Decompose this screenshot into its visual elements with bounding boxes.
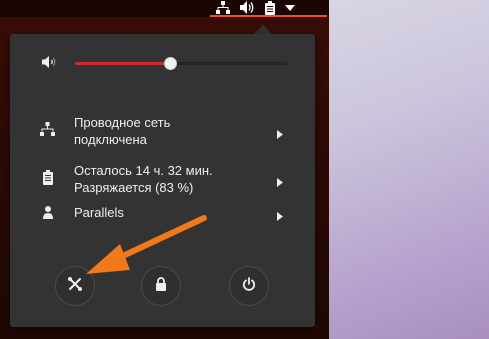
dropdown-arrow-icon bbox=[285, 4, 295, 11]
system-tray[interactable] bbox=[210, 0, 327, 17]
volume-slider-knob[interactable] bbox=[164, 57, 178, 70]
chevron-right-icon bbox=[277, 208, 283, 225]
system-menu: Проводное сеть подключена Осталось 14 ч.… bbox=[10, 34, 315, 327]
battery-time-remaining: Осталось 14 ч. 32 мин. bbox=[74, 163, 213, 178]
power-button[interactable] bbox=[229, 266, 269, 306]
network-status-line1: Проводное сеть bbox=[74, 115, 171, 130]
orange-arrow-annotation bbox=[86, 215, 207, 274]
network-icon bbox=[216, 1, 230, 14]
top-panel bbox=[0, 0, 329, 17]
menu-pointer bbox=[254, 25, 272, 34]
speaker-low-icon bbox=[42, 55, 57, 74]
power-icon bbox=[242, 276, 256, 296]
chevron-right-icon bbox=[277, 174, 283, 191]
battery-status: Разряжается (83 %) bbox=[74, 180, 194, 195]
chevron-right-icon bbox=[277, 126, 283, 143]
user-icon bbox=[43, 206, 53, 223]
volume-slider-fill bbox=[75, 62, 171, 65]
desktop-wallpaper bbox=[329, 0, 489, 339]
network-status-line2: подключена bbox=[74, 132, 147, 147]
battery-icon bbox=[265, 0, 275, 15]
network-menu-item[interactable]: Проводное сеть подключена bbox=[10, 114, 315, 150]
speaker-icon bbox=[240, 1, 255, 14]
network-icon bbox=[40, 122, 55, 140]
volume-slider[interactable] bbox=[75, 57, 287, 70]
volume-row bbox=[10, 52, 315, 74]
battery-menu-item[interactable]: Осталось 14 ч. 32 мин. Разряжается (83 %… bbox=[10, 162, 315, 198]
battery-icon bbox=[43, 170, 53, 189]
